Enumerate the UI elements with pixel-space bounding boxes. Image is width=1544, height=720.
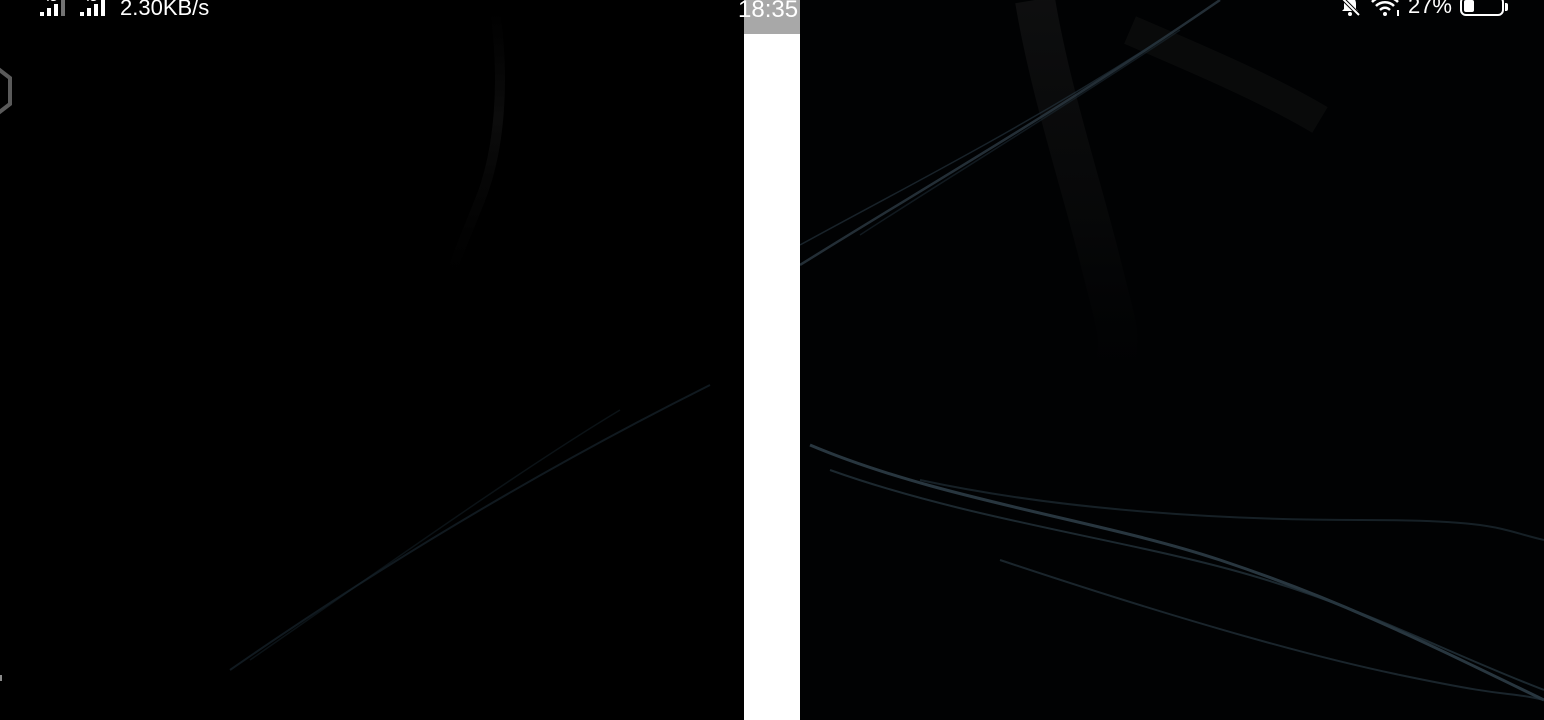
right-wallpaper xyxy=(800,0,1544,702)
status-bar: 4G 4G 2.30KB/s 18:35 xyxy=(0,0,1544,34)
network-speed: 2.30KB/s xyxy=(120,0,210,20)
left-pane xyxy=(0,0,744,720)
left-wallpaper xyxy=(229,9,711,671)
clock: 18:35 xyxy=(738,0,799,23)
signal-icon: 4G xyxy=(40,0,70,18)
hexagon-edge-icon xyxy=(0,67,12,115)
battery-fill xyxy=(1464,0,1474,12)
right-pane xyxy=(800,0,1544,720)
edge-mark xyxy=(0,675,2,681)
signal-icon: 4G xyxy=(80,0,110,18)
battery-percent: 27% xyxy=(1407,0,1452,18)
mute-icon xyxy=(1341,0,1361,17)
battery-icon xyxy=(1460,0,1508,16)
wifi-icon xyxy=(1371,0,1399,16)
status-right: 27% xyxy=(1338,0,1508,18)
split-divider[interactable] xyxy=(744,34,800,720)
status-left: 4G 4G 2.30KB/s xyxy=(40,0,210,20)
clock-box: 18:35 xyxy=(738,0,800,34)
